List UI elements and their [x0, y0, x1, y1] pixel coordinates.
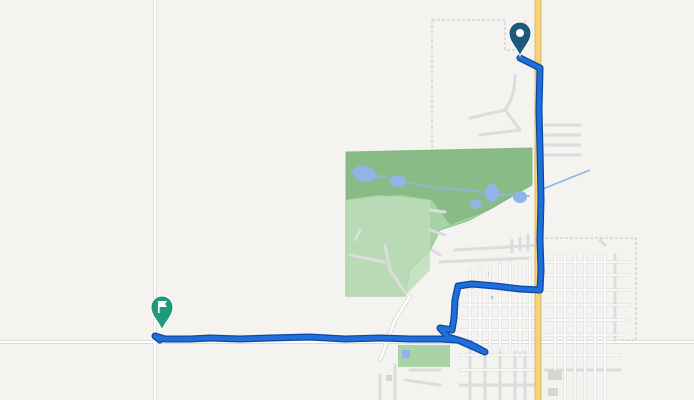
map-view[interactable]	[0, 0, 694, 400]
map-canvas[interactable]	[0, 0, 694, 400]
location-pin-icon	[516, 29, 524, 37]
